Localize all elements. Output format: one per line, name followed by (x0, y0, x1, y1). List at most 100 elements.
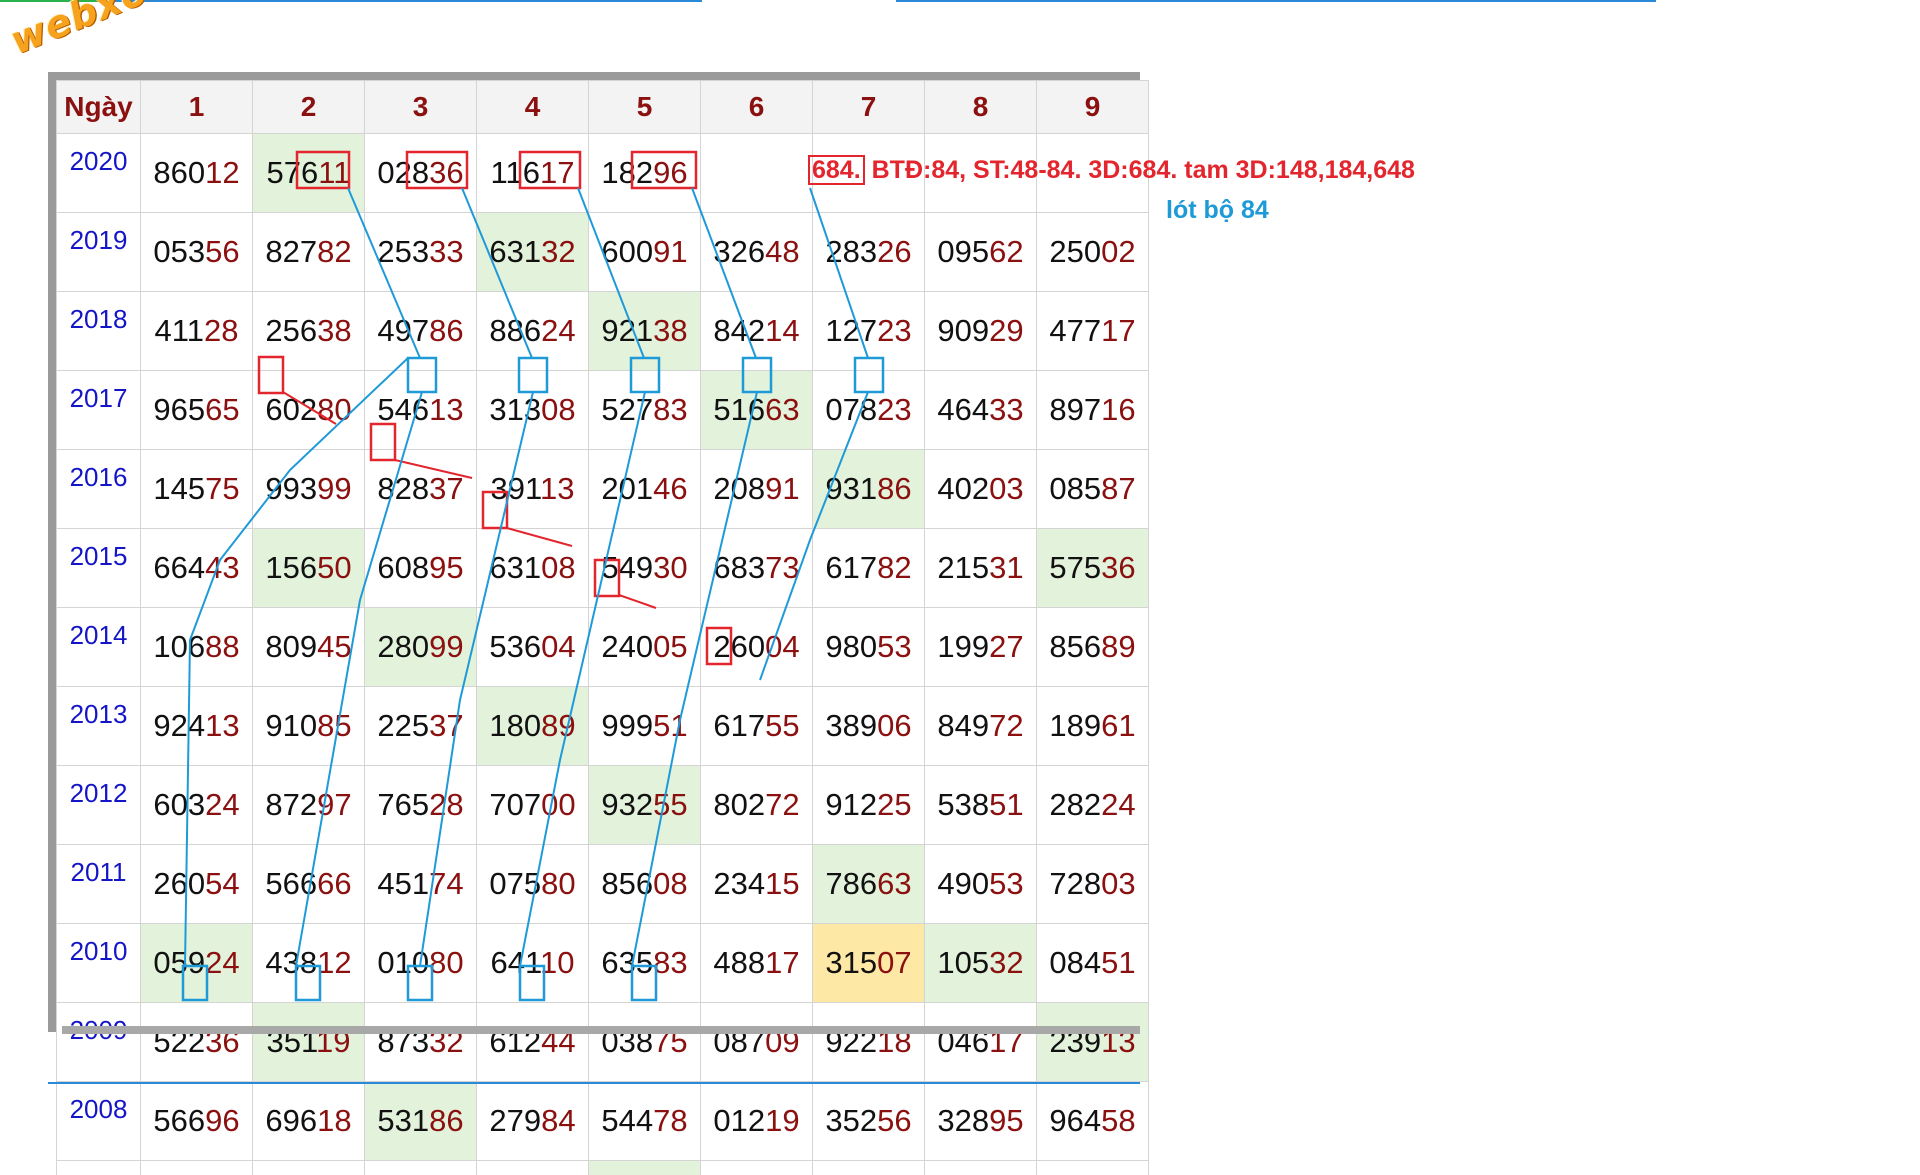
year-link[interactable]: 2009 (57, 1003, 141, 1082)
table-row: 2010059244381201080641106358348817315071… (57, 924, 1149, 1003)
result-cell: 10688 (141, 608, 253, 687)
table-row: 2009522363511987332612440387508709922180… (57, 1003, 1149, 1082)
result-cell: 21531 (925, 529, 1037, 608)
result-cell: 92138 (589, 292, 701, 371)
result-cell: 60895 (365, 529, 477, 608)
result-head: 315 (825, 945, 877, 980)
result-cell: 68373 (701, 529, 813, 608)
result-tail: 08 (653, 866, 687, 901)
year-link[interactable]: 2008 (57, 1082, 141, 1161)
prediction-text: BTĐ:84, ST:48-84. 3D:684. tam 3D:148,184… (865, 156, 1415, 184)
table-row: 2018411282563849786886249213884214127239… (57, 292, 1149, 371)
result-tail: 86 (429, 313, 463, 348)
empty-cell (701, 134, 813, 213)
result-head: 488 (713, 945, 765, 980)
result-head: 280 (377, 629, 429, 664)
result-cell: 25333 (365, 213, 477, 292)
empty-cell (589, 1161, 701, 1175)
result-tail: 04 (541, 629, 575, 664)
result-tail: 96 (205, 1103, 239, 1138)
result-head: 389 (825, 708, 877, 743)
result-cell: 15650 (253, 529, 365, 608)
result-head: 980 (825, 629, 877, 664)
result-head: 924 (153, 708, 205, 743)
result-tail: 62 (989, 234, 1023, 269)
result-tail: 72 (989, 708, 1023, 743)
result-cell: 53851 (925, 766, 1037, 845)
table-row: 2015664431565060895631085493068373617822… (57, 529, 1149, 608)
result-cell: 40203 (925, 450, 1037, 529)
result-head: 106 (153, 629, 205, 664)
result-head: 827 (265, 234, 317, 269)
result-cell: 66443 (141, 529, 253, 608)
year-link[interactable]: 2013 (57, 687, 141, 766)
result-head: 250 (1049, 234, 1101, 269)
result-head: 283 (825, 234, 877, 269)
result-cell: 70700 (477, 766, 589, 845)
result-cell: 99399 (253, 450, 365, 529)
result-head: 075 (489, 866, 541, 901)
result-cell: 01219 (701, 1082, 813, 1161)
result-cell: 48817 (701, 924, 813, 1003)
result-tail: 24 (541, 313, 575, 348)
year-link[interactable]: 2018 (57, 292, 141, 371)
result-cell: 18296 (589, 134, 701, 213)
year-link[interactable]: 2017 (57, 371, 141, 450)
result-cell: 84972 (925, 687, 1037, 766)
prediction-subtext: lót bộ 84 (1166, 196, 1269, 225)
year-link[interactable]: 2015 (57, 529, 141, 608)
table-scrollbar[interactable] (62, 1026, 1140, 1034)
result-cell: 07823 (813, 371, 925, 450)
result-cell: 08451 (1037, 924, 1149, 1003)
result-head: 576 (267, 155, 319, 190)
year-link[interactable]: 2012 (57, 766, 141, 845)
result-head: 600 (601, 234, 653, 269)
result-head: 084 (1049, 945, 1101, 980)
result-tail: 58 (1101, 1103, 1135, 1138)
year-link[interactable]: 2020 (57, 134, 141, 213)
year-link[interactable]: 2019 (57, 213, 141, 292)
result-head: 664 (153, 550, 205, 585)
header-col-8: 8 (925, 81, 1037, 134)
result-cell: 90929 (925, 292, 1037, 371)
year-link[interactable]: 2010 (57, 924, 141, 1003)
result-head: 536 (489, 629, 541, 664)
result-head: 127 (825, 313, 877, 348)
result-head: 999 (601, 708, 653, 743)
result-head: 617 (713, 708, 765, 743)
result-head: 208 (713, 471, 765, 506)
result-cell: 84214 (701, 292, 813, 371)
result-head: 279 (489, 1103, 541, 1138)
result-tail: 27 (989, 629, 1023, 664)
result-cell: 49053 (925, 845, 1037, 924)
year-link[interactable]: 2011 (57, 845, 141, 924)
result-head: 909 (937, 313, 989, 348)
result-head: 253 (377, 234, 429, 269)
empty-cell (477, 1161, 589, 1175)
result-cell: 27984 (477, 1082, 589, 1161)
result-cell: 78663 (813, 845, 925, 924)
result-cell: 49786 (365, 292, 477, 371)
result-head: 786 (825, 866, 877, 901)
result-head: 260 (153, 866, 205, 901)
result-head: 326 (713, 234, 765, 269)
year-link[interactable]: 2014 (57, 608, 141, 687)
result-cell: 18961 (1037, 687, 1149, 766)
result-tail: 03 (1101, 866, 1135, 901)
result-cell: 57611 (253, 134, 365, 213)
table-row: 2014106888094528099536042400526004980531… (57, 608, 1149, 687)
result-tail: 33 (429, 234, 463, 269)
result-cell: 26004 (701, 608, 813, 687)
year-link[interactable]: 2016 (57, 450, 141, 529)
result-tail: 51 (653, 708, 687, 743)
empty-cell (57, 1161, 141, 1175)
result-head: 260 (713, 629, 765, 664)
result-cell: 46433 (925, 371, 1037, 450)
result-tail: 83 (653, 392, 687, 427)
table-row: 2019053568278225333631326009132648283260… (57, 213, 1149, 292)
result-cell: 39113 (477, 450, 589, 529)
result-tail: 26 (877, 234, 911, 269)
result-cell: 35119 (253, 1003, 365, 1082)
result-cell: 52236 (141, 1003, 253, 1082)
table-row: 2016145759939982837391132014620891931864… (57, 450, 1149, 529)
